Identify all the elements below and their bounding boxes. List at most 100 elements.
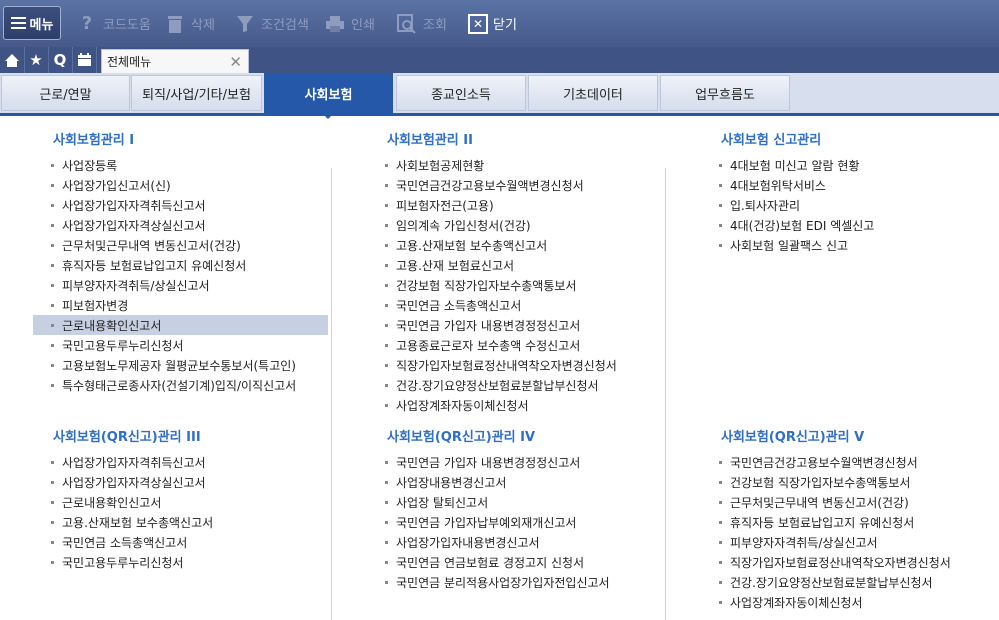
tab-all-menu[interactable]: 전체메뉴 ✕	[101, 49, 249, 73]
menu-item-label: 근무처및근무내역 변동신고서(건강)	[730, 495, 909, 510]
menu-item[interactable]: 고용.산재보험 보수총액신고서	[367, 235, 547, 255]
delete-button[interactable]: 삭제	[164, 0, 215, 47]
menu-item[interactable]: 사업장계좌자동이체신청서	[701, 592, 862, 612]
close-label: 닫기	[493, 18, 517, 33]
menu-item[interactable]: 피부양자자격취득/상실신고서	[33, 275, 210, 295]
close-button[interactable]: ✕ 닫기	[468, 0, 517, 47]
code-help-button[interactable]: ? 코드도움	[76, 0, 151, 47]
bullet-icon	[385, 500, 388, 504]
menu-item[interactable]: 사업장가입자자격취득신고서	[33, 452, 206, 472]
bullet-icon	[385, 383, 388, 387]
menu-item[interactable]: 사회보험 일괄팩스 신고	[701, 235, 848, 255]
menu-item[interactable]: 고용종료근로자 보수총액 수정신고서	[367, 335, 580, 355]
bullet-icon	[51, 520, 54, 524]
star-icon[interactable]: ★	[24, 47, 49, 73]
menu-item[interactable]: 고용.산재보험 보수총액신고서	[33, 512, 213, 532]
menu-item[interactable]: 건강.장기요양정산보험료분할납부신청서	[367, 375, 599, 395]
bullet-icon	[51, 223, 54, 227]
menu-item[interactable]: 국민연금 가입자납부예외재개신고서	[367, 512, 576, 532]
menu-item[interactable]: 건강.장기요양정산보험료분할납부신청서	[701, 572, 933, 592]
menu-item[interactable]: 휴직자등 보험료납입고지 유예신청서	[33, 255, 246, 275]
menu-item[interactable]: 국민연금 가입자 내용변경정정신고서	[367, 315, 580, 335]
menu-item[interactable]: 근무처및근무내역 변동신고서(건강)	[33, 235, 241, 255]
menu-item[interactable]: 건강보험 직장가입자보수총액통보서	[701, 472, 910, 492]
tab-close-icon[interactable]: ✕	[229, 53, 242, 71]
menu-item[interactable]: 사업장가입신고서(신)	[33, 175, 171, 195]
menu-item[interactable]: 사업장가입자내용변경신고서	[367, 532, 540, 552]
menu-item[interactable]: 근로내용확인신고서	[33, 492, 161, 512]
menu-item[interactable]: 국민연금 가입자 내용변경정정신고서	[367, 452, 580, 472]
menu-item[interactable]: 고용.산재 보험료신고서	[367, 255, 514, 275]
tab-category-2[interactable]: 사회보험	[264, 73, 393, 114]
section-title: 사회보험 신고관리	[721, 133, 822, 148]
category-label: 근로/연말	[39, 87, 92, 103]
menu-item[interactable]: 특수형태근로종사자(건설기계)입직/이직신고서	[33, 375, 296, 395]
menu-item-label: 고용종료근로자 보수총액 수정신고서	[396, 338, 581, 353]
menu-item[interactable]: 4대(건강)보험 EDI 엑셀신고	[701, 215, 874, 235]
view-button[interactable]: 조회	[396, 0, 447, 47]
menu-item[interactable]: 사업장가입자자격상실신고서	[33, 472, 206, 492]
menu-item[interactable]: 국민연금 연금보험료 경정고지 신청서	[367, 552, 584, 572]
menu-item-label: 근로내용확인신고서	[62, 318, 162, 333]
calendar-icon[interactable]	[72, 47, 97, 73]
menu-item[interactable]: 국민고용두루누리신청서	[33, 335, 183, 355]
bullet-icon	[385, 560, 388, 564]
menu-item[interactable]: 피보험자변경	[33, 295, 128, 315]
menu-item[interactable]: 직장가입자보험료정산내역착오자변경신청서	[367, 355, 617, 375]
menu-item[interactable]: 고용보험노무제공자 월평균보수통보서(특고인)	[33, 355, 296, 375]
menu-item[interactable]: 직장가입자보험료정산내역착오자변경신청서	[701, 552, 951, 572]
menu-item[interactable]: 사업장가입자자격상실신고서	[33, 215, 206, 235]
print-button[interactable]: 인쇄	[324, 0, 375, 47]
menu-item-label: 휴직자등 보험료납입고지 유예신청서	[730, 515, 915, 530]
menu-item-label: 국민고용두루누리신청서	[62, 338, 184, 353]
menu-item-label: 사업장가입신고서(신)	[62, 178, 171, 193]
menu-item[interactable]: 사업장등록	[33, 155, 117, 175]
menu-item-label: 피보험자변경	[62, 298, 129, 313]
menu-item-label: 건강보험 직장가입자보수총액통보서	[730, 475, 911, 490]
menu-item[interactable]: 사업장계좌자동이체신청서	[367, 395, 528, 415]
menu-item-label: 임의계속 가입신청서(건강)	[396, 218, 531, 233]
tab-category-5[interactable]: 업무흐름도	[660, 75, 790, 111]
menu-item-label: 근로내용확인신고서	[62, 495, 162, 510]
menu-item[interactable]: 사회보험공제현황	[367, 155, 484, 175]
menu-item[interactable]: 국민연금건강고용보수월액변경신청서	[701, 452, 918, 472]
menu-item[interactable]: 휴직자등 보험료납입고지 유예신청서	[701, 512, 914, 532]
menu-button[interactable]: 메뉴	[3, 6, 61, 40]
tab-category-1[interactable]: 퇴직/사업/기타/보험	[131, 75, 262, 111]
menu-item[interactable]: 사업장가입자자격취득신고서	[33, 195, 206, 215]
menu-item[interactable]: 입.퇴사자관리	[701, 195, 800, 215]
menu-item[interactable]: 근로내용확인신고서	[33, 315, 328, 335]
menu-item[interactable]: 건강보험 직장가입자보수총액통보서	[367, 275, 576, 295]
menu-item[interactable]: 피부양자자격취득/상실신고서	[701, 532, 878, 552]
menu-item[interactable]: 국민연금 소득총액신고서	[33, 532, 187, 552]
menu-item[interactable]: 국민연금 분리적용사업장가입자전입신고서	[367, 572, 610, 592]
menu-item[interactable]: 4대보험위탁서비스	[701, 175, 826, 195]
menu-item[interactable]: 국민고용두루누리신청서	[33, 552, 183, 572]
home-icon[interactable]	[0, 47, 25, 73]
menu-item[interactable]: 국민연금 소득총액신고서	[367, 295, 521, 315]
menu-item[interactable]: 국민연금건강고용보수월액변경신청서	[367, 175, 584, 195]
menu-item[interactable]: 근무처및근무내역 변동신고서(건강)	[701, 492, 909, 512]
menu-item[interactable]: 4대보험 미신고 알람 현황	[701, 155, 859, 175]
menu-item-label: 사업장 탈퇴신고서	[396, 495, 489, 510]
bullet-icon	[719, 243, 722, 247]
bullet-icon	[51, 383, 54, 387]
menu-item[interactable]: 사업장 탈퇴신고서	[367, 492, 488, 512]
tab-category-0[interactable]: 근로/연말	[1, 75, 130, 111]
category-tabs: 근로/연말 퇴직/사업/기타/보험 사회보험 종교인소득 기초데이터 업무흐름도	[0, 73, 999, 116]
section-title: 사회보험(QR신고)관리 V	[721, 430, 865, 445]
search-q-icon[interactable]: Q	[48, 47, 73, 73]
category-label: 기초데이터	[563, 87, 623, 103]
bullet-icon	[719, 480, 722, 484]
bullet-icon	[719, 560, 722, 564]
bullet-icon	[385, 323, 388, 327]
bullet-icon	[385, 223, 388, 227]
filter-button[interactable]: 조건검색	[234, 0, 309, 47]
tab-category-4[interactable]: 기초데이터	[528, 75, 658, 111]
bullet-icon	[385, 520, 388, 524]
menu-item[interactable]: 피보험자전근(고용)	[367, 195, 494, 215]
tab-category-3[interactable]: 종교인소득	[396, 75, 526, 111]
column-divider	[665, 168, 666, 620]
menu-item[interactable]: 사업장내용변경신고서	[367, 472, 506, 492]
menu-item[interactable]: 임의계속 가입신청서(건강)	[367, 215, 531, 235]
